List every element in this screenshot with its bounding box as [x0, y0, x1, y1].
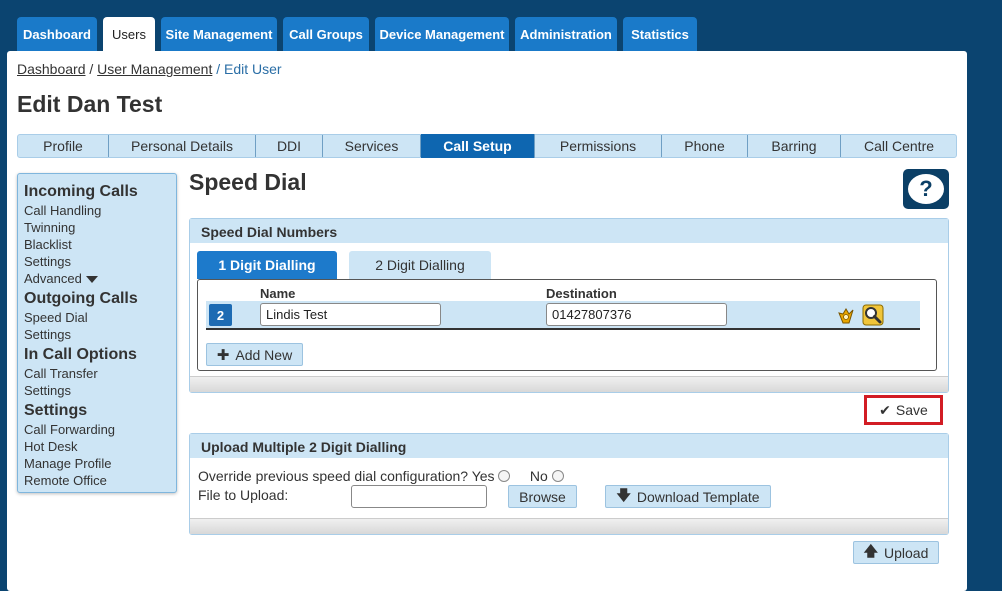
sidebar-item-twinning[interactable]: Twinning: [24, 219, 170, 236]
sidebar-item-in-call-settings[interactable]: Settings: [24, 382, 170, 399]
breadcrumb-separator: /: [216, 61, 221, 77]
column-header-name: Name: [260, 286, 296, 301]
save-label: Save: [895, 402, 928, 418]
breadcrumb-dashboard[interactable]: Dashboard: [17, 61, 86, 77]
speed-dial-table: Name Destination 2 Lindis Test 014278073…: [197, 279, 937, 371]
box-footer: [190, 376, 948, 392]
tab-barring[interactable]: Barring: [748, 135, 841, 157]
sidebar-item-call-forwarding[interactable]: Call Forwarding: [24, 421, 170, 438]
speed-dial-name-input[interactable]: [260, 303, 441, 326]
no-label: No: [529, 468, 548, 484]
file-label: File to Upload:: [198, 487, 289, 503]
top-tab-call-groups[interactable]: Call Groups: [283, 17, 369, 51]
no-radio[interactable]: [551, 470, 564, 482]
user-lookup-icon[interactable]: [836, 305, 856, 325]
top-tab-users[interactable]: Users: [103, 17, 155, 52]
speed-dial-numbers-box: Speed Dial Numbers 1 Digit Dialling 2 Di…: [189, 218, 949, 393]
upload-heading: Upload Multiple 2 Digit Dialling: [190, 434, 948, 458]
upload-label: Upload: [884, 544, 929, 561]
sidebar-heading-in-call: In Call Options: [24, 346, 137, 363]
sidebar-heading-outgoing: Outgoing Calls: [24, 290, 138, 307]
add-new-label: Add New: [235, 346, 293, 363]
top-tab-administration[interactable]: Administration: [515, 17, 617, 51]
top-tab-dashboard[interactable]: Dashboard: [17, 17, 97, 51]
upload-icon: 🡅: [863, 542, 879, 559]
sidebar-item-hot-desk[interactable]: Hot Desk: [24, 438, 170, 455]
tab-call-centre[interactable]: Call Centre: [841, 135, 957, 157]
tab-ddi[interactable]: DDI: [256, 135, 323, 157]
help-button[interactable]: ?: [903, 169, 949, 209]
help-icon: ?: [908, 174, 944, 204]
breadcrumb-separator: /: [89, 61, 94, 77]
override-row: Override previous speed dial configurati…: [198, 468, 564, 484]
sidebar-item-call-transfer[interactable]: Call Transfer: [24, 365, 170, 382]
sidebar-item-remote-office[interactable]: Remote Office: [24, 472, 170, 489]
sidebar-item-incoming-settings[interactable]: Settings: [24, 253, 170, 270]
table-row: 2: [206, 301, 920, 330]
download-icon: 🡇: [616, 486, 631, 503]
plus-icon: ✚: [216, 346, 230, 364]
speed-dial-number: 2: [209, 304, 232, 326]
sidebar-item-call-handling[interactable]: Call Handling: [24, 202, 170, 219]
yes-label: Yes: [471, 468, 495, 484]
sidebar-item-advanced-label: Advanced: [24, 271, 82, 286]
sidebar-heading-incoming: Incoming Calls: [24, 183, 138, 200]
top-tab-statistics[interactable]: Statistics: [623, 17, 697, 51]
tab-call-setup[interactable]: Call Setup: [421, 134, 535, 158]
main-panel: Dashboard / User Management / Edit User …: [7, 51, 967, 591]
tab-profile[interactable]: Profile: [18, 135, 109, 157]
save-highlight: ✔ Save: [864, 395, 943, 425]
page-title: Edit Dan Test: [17, 91, 163, 117]
call-setup-sidebar: Incoming Calls Call Handling Twinning Bl…: [17, 173, 177, 493]
upload-button[interactable]: 🡅 Upload: [853, 541, 939, 564]
yes-radio[interactable]: [498, 470, 511, 482]
browse-button[interactable]: Browse: [508, 485, 577, 508]
speed-dial-numbers-heading: Speed Dial Numbers: [190, 219, 948, 243]
speed-dial-destination-input[interactable]: [546, 303, 727, 326]
tab-personal-details[interactable]: Personal Details: [109, 135, 256, 157]
sidebar-item-manage-profile[interactable]: Manage Profile: [24, 455, 170, 472]
tab-1-digit-dialling[interactable]: 1 Digit Dialling: [197, 251, 337, 279]
file-upload-input[interactable]: [351, 485, 487, 508]
sidebar-item-advanced[interactable]: Advanced: [24, 270, 170, 287]
sidebar-item-blacklist[interactable]: Blacklist: [24, 236, 170, 253]
add-new-button[interactable]: ✚ Add New: [206, 343, 303, 366]
sidebar-heading-settings: Settings: [24, 402, 88, 419]
search-lookup-icon[interactable]: [862, 304, 884, 326]
check-icon: ✔: [879, 401, 891, 418]
upload-box: Upload Multiple 2 Digit Dialling Overrid…: [189, 433, 949, 535]
tab-services[interactable]: Services: [323, 135, 421, 157]
sidebar-item-speed-dial[interactable]: Speed Dial: [24, 309, 170, 326]
sidebar-item-outgoing-settings[interactable]: Settings: [24, 326, 170, 343]
breadcrumb-user-management[interactable]: User Management: [97, 61, 212, 77]
column-header-destination: Destination: [546, 286, 617, 301]
box-footer: [190, 518, 948, 534]
section-title: Speed Dial: [189, 169, 307, 195]
top-tab-site-management[interactable]: Site Management: [161, 17, 277, 51]
override-label: Override previous speed dial configurati…: [198, 468, 469, 484]
tab-2-digit-dialling[interactable]: 2 Digit Dialling: [349, 251, 491, 279]
user-sub-tabs: Profile Personal Details DDI Services Ca…: [17, 134, 957, 158]
caret-down-icon: [85, 276, 98, 284]
top-tab-device-management[interactable]: Device Management: [375, 17, 509, 51]
tab-phone[interactable]: Phone: [662, 135, 748, 157]
breadcrumb: Dashboard / User Management / Edit User: [17, 61, 282, 77]
tab-permissions[interactable]: Permissions: [535, 135, 662, 157]
download-template-button[interactable]: 🡇 Download Template: [605, 485, 771, 508]
download-template-label: Download Template: [636, 488, 760, 505]
save-button[interactable]: ✔ Save: [869, 400, 938, 420]
breadcrumb-current: Edit User: [224, 61, 282, 77]
